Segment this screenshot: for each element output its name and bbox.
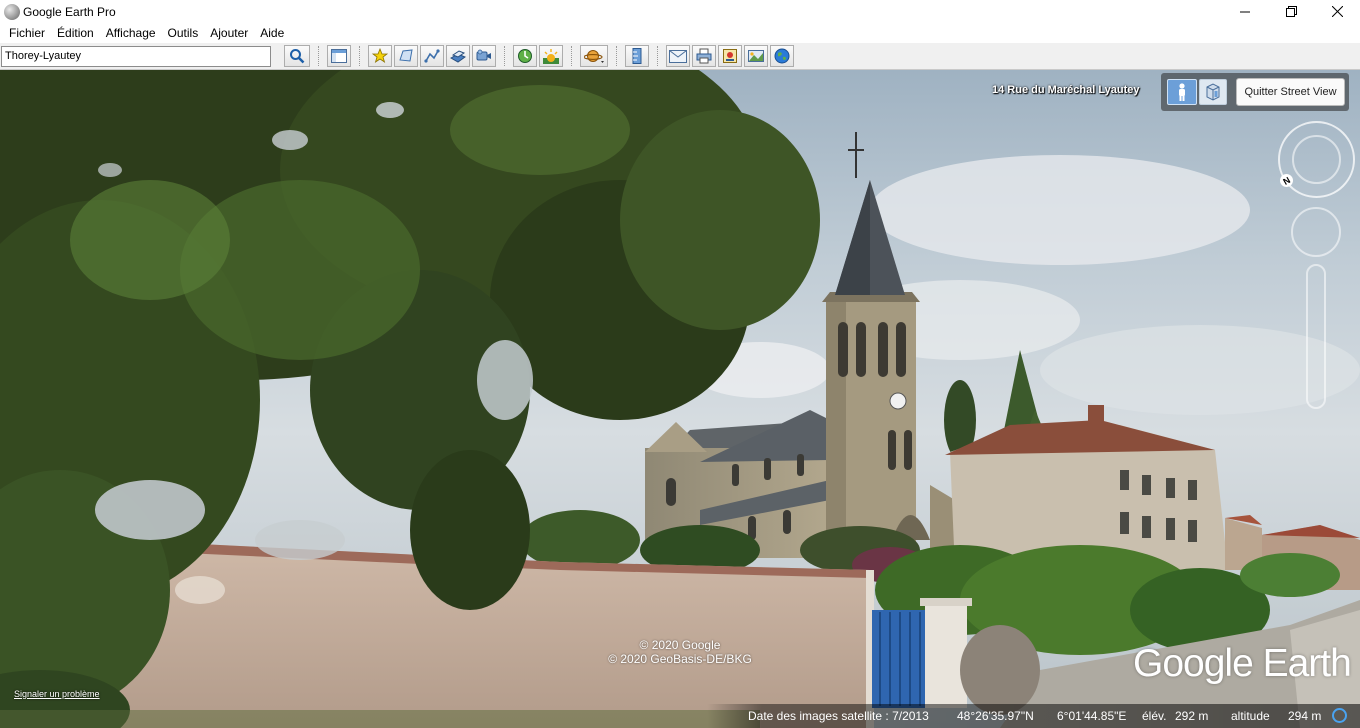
- longitude-readout: 6°01'44.85"E: [1057, 709, 1127, 723]
- close-button[interactable]: [1314, 0, 1360, 23]
- exit-street-view-button[interactable]: Quitter Street View: [1236, 78, 1345, 106]
- add-polygon-button[interactable]: [394, 45, 418, 67]
- look-joystick-inner: [1292, 135, 1341, 184]
- move-joystick[interactable]: [1291, 207, 1341, 257]
- minimize-button[interactable]: [1222, 0, 1268, 23]
- image-overlay-icon: [450, 50, 466, 63]
- latitude-readout: 48°26'35.97"N: [957, 709, 1034, 723]
- title-bar: Google Earth Pro: [0, 0, 1360, 23]
- add-image-overlay-button[interactable]: [446, 45, 470, 67]
- window-title: Google Earth Pro: [23, 4, 116, 19]
- search-input[interactable]: [1, 45, 271, 67]
- placemark-icon: [372, 48, 388, 63]
- toolbar: [0, 43, 1360, 70]
- status-bar: Date des images satellite : 7/2013 48°26…: [0, 704, 1360, 728]
- toolbar-separator: [657, 46, 658, 66]
- google-earth-logo: Google Earth: [1133, 642, 1352, 685]
- window-controls: [1222, 0, 1360, 23]
- email-button[interactable]: [666, 45, 690, 67]
- elevation-value: 292 m: [1175, 709, 1209, 723]
- maximize-button[interactable]: [1268, 0, 1314, 23]
- planets-icon: [584, 50, 604, 63]
- menu-bar: Fichier Édition Affichage Outils Ajouter…: [0, 23, 1360, 43]
- menu-edition[interactable]: Édition: [51, 23, 100, 43]
- planets-button[interactable]: [580, 45, 608, 67]
- menu-outils[interactable]: Outils: [162, 23, 205, 43]
- sidebar-toggle-button[interactable]: [327, 45, 351, 67]
- pegman-icon: [1179, 83, 1185, 101]
- path-icon: [424, 49, 440, 63]
- save-image-button[interactable]: [718, 45, 742, 67]
- view-in-maps-button[interactable]: [744, 45, 768, 67]
- copyright-geobasis: © 2020 GeoBasis-DE/BKG: [608, 652, 752, 666]
- cube-view-icon: [1206, 83, 1220, 101]
- add-placemark-button[interactable]: [368, 45, 392, 67]
- search-button[interactable]: [284, 45, 310, 67]
- pegman-button[interactable]: [1167, 79, 1197, 105]
- historical-imagery-button[interactable]: [513, 45, 537, 67]
- record-tour-icon: [476, 49, 491, 61]
- menu-fichier[interactable]: Fichier: [3, 23, 51, 43]
- print-button[interactable]: [692, 45, 716, 67]
- elevation-label: élév.: [1142, 709, 1167, 723]
- polygon-icon: [399, 49, 413, 62]
- view-in-maps-icon: [748, 50, 764, 62]
- zoom-slider[interactable]: [1306, 264, 1326, 409]
- ruler-button[interactable]: [625, 45, 649, 67]
- add-path-button[interactable]: [420, 45, 444, 67]
- sunlight-button[interactable]: [539, 45, 563, 67]
- ruler-icon: [632, 48, 642, 64]
- toolbar-separator: [616, 46, 617, 66]
- streaming-status-icon: [1332, 708, 1347, 723]
- altitude-value: 294 m: [1288, 709, 1322, 723]
- record-tour-button[interactable]: [472, 45, 496, 67]
- sunlight-icon: [543, 49, 559, 64]
- street-view-imagery: [0, 70, 1360, 728]
- earth-button[interactable]: [770, 45, 794, 67]
- menu-aide[interactable]: Aide: [254, 23, 290, 43]
- sidebar-icon: [331, 49, 347, 63]
- search-icon: [290, 49, 305, 64]
- street-view-controls: Quitter Street View: [1161, 73, 1349, 111]
- toolbar-separator: [504, 46, 505, 66]
- street-view-panorama[interactable]: 14 Rue du Maréchal Lyautey Quitter Stree…: [0, 70, 1360, 728]
- toolbar-separator: [359, 46, 360, 66]
- save-image-icon: [723, 49, 737, 63]
- imagery-date: Date des images satellite : 7/2013: [748, 709, 929, 723]
- copyright-google: © 2020 Google: [639, 638, 721, 652]
- ground-level-view-button[interactable]: [1199, 79, 1227, 105]
- toolbar-separator: [571, 46, 572, 66]
- toolbar-separator: [318, 46, 319, 66]
- menu-affichage[interactable]: Affichage: [100, 23, 162, 43]
- historical-imagery-icon: [518, 49, 532, 63]
- altitude-label: altitude: [1231, 709, 1270, 723]
- email-icon: [669, 49, 687, 63]
- close-icon: [1331, 6, 1343, 17]
- minimize-icon: [1240, 11, 1250, 12]
- google-earth-app-icon: [4, 3, 20, 20]
- maximize-icon: [1285, 6, 1297, 17]
- report-problem-link[interactable]: Signaler un problème: [14, 689, 100, 699]
- street-view-address: 14 Rue du Maréchal Lyautey: [992, 84, 1140, 96]
- print-icon: [696, 48, 712, 64]
- earth-icon: [774, 48, 790, 64]
- menu-ajouter[interactable]: Ajouter: [204, 23, 254, 43]
- imagery-copyright: © 2020 Google © 2020 GeoBasis-DE/BKG: [600, 638, 760, 666]
